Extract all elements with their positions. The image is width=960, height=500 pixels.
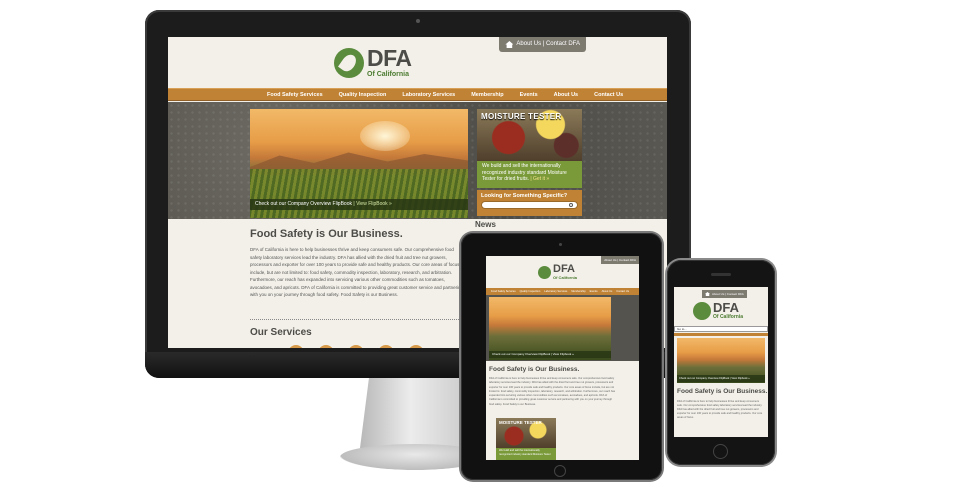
nav-contact-us[interactable]: Contact Us [586, 92, 631, 98]
phone-headline: Food Safety is Our Business. [677, 388, 768, 395]
tablet-paragraph: DFA of California is here to help busine… [489, 377, 616, 406]
site-search: Looking for Something Specific? [477, 190, 582, 216]
intro-paragraph: DFA of California is here to help busine… [250, 247, 464, 297]
nav-food-safety-services[interactable]: Food Safety Services [259, 92, 331, 98]
phone-paragraph: DFA of California is here to help busine… [677, 400, 763, 419]
leaf-logo-icon [693, 301, 711, 320]
home-icon[interactable] [505, 41, 514, 48]
flipbook-caption[interactable]: Check out our Company Overview FlipBook … [250, 199, 468, 210]
nav-about-us[interactable]: About Us [546, 92, 586, 98]
get-it-link[interactable]: | Get it » [530, 176, 549, 182]
phone-website: About Us | Contact DFA DFA Of California … [674, 287, 768, 437]
tablet-nav: Food Safety Services Quality Inspection … [486, 288, 639, 295]
page-headline: Food Safety is Our Business. [250, 228, 403, 240]
divider [250, 319, 465, 320]
tablet-website: About Us | Contact DFA DFA Of California … [486, 256, 639, 460]
tablet-moisture-promo[interactable]: MOISTURE TESTER We build and sell the in… [496, 418, 556, 460]
tablet-nav-item[interactable]: Events [589, 290, 599, 293]
nav-membership[interactable]: Membership [463, 92, 511, 98]
tablet-nav-item[interactable]: Quality Inspection [519, 290, 542, 293]
service-icon[interactable] [348, 345, 364, 348]
service-icon[interactable] [288, 345, 304, 348]
tablet-nav-item[interactable]: Laboratory Services [543, 290, 568, 293]
phone-nav-bar [674, 333, 768, 336]
logo-main-text: DFA [367, 45, 412, 71]
utility-links[interactable]: About Us | Contact DFA [499, 37, 586, 52]
service-icon[interactable] [408, 345, 424, 348]
speaker-icon [711, 273, 731, 276]
phone-utility-links[interactable]: About Us | Contact DFA [702, 290, 747, 298]
home-button-icon [713, 444, 728, 459]
tablet-nav-item[interactable]: Food Safety Services [490, 290, 517, 293]
service-icon[interactable] [378, 345, 394, 348]
leaf-logo-icon [538, 265, 551, 279]
home-icon[interactable] [705, 292, 710, 296]
tablet-nav-item[interactable]: About Us [601, 290, 614, 293]
nav-quality-inspection[interactable]: Quality Inspection [331, 92, 395, 98]
camera-icon [559, 243, 562, 246]
moisture-tester-text: We build and sell the internationally re… [477, 161, 582, 188]
hero-vineyard-image: Check out our Company Overview FlipBook … [250, 109, 468, 218]
leaf-logo-icon [334, 47, 364, 78]
services-heading: Our Services [250, 327, 312, 338]
nav-events[interactable]: Events [512, 92, 546, 98]
tablet-nav-item[interactable]: Contact Us [615, 290, 630, 293]
phone-logo[interactable]: DFA Of California [693, 301, 743, 320]
logo-sub-text: Of California [367, 71, 410, 78]
imac-stand [360, 378, 472, 448]
camera-icon [416, 19, 420, 23]
device-mockup-stage: About Us | Contact DFA DFA Of California… [0, 0, 960, 500]
phone-nav-select[interactable]: Go to... [674, 326, 768, 332]
phone-flipbook-caption[interactable]: Check out our Company Overview FlipBook … [677, 375, 765, 382]
main-nav: Food Safety Services Quality Inspection … [168, 88, 667, 101]
tablet-nav-item[interactable]: Membership [570, 290, 586, 293]
view-flipbook-link[interactable]: | View FlipBook » [353, 201, 391, 207]
tablet-headline: Food Safety is Our Business. [489, 366, 580, 373]
tablet-utility-links[interactable]: About Us | Contact DFA [601, 256, 639, 264]
news-heading: News [475, 220, 496, 229]
search-input[interactable] [481, 201, 578, 209]
service-icons [288, 345, 424, 348]
service-icon[interactable] [318, 345, 334, 348]
site-logo[interactable]: DFA Of California [334, 47, 412, 78]
moisture-tester-title: MOISTURE TESTER [481, 112, 562, 121]
search-icon[interactable] [569, 203, 573, 207]
tablet-flipbook-caption[interactable]: Check out our Company Overview FlipBook … [489, 351, 611, 358]
nav-laboratory-services[interactable]: Laboratory Services [394, 92, 463, 98]
moisture-tester-promo[interactable]: MOISTURE TESTER We build and sell the in… [477, 109, 582, 188]
tablet-logo[interactable]: DFA Of California [538, 264, 577, 280]
search-label: Looking for Something Specific? [481, 193, 568, 199]
home-button-icon [554, 465, 566, 477]
